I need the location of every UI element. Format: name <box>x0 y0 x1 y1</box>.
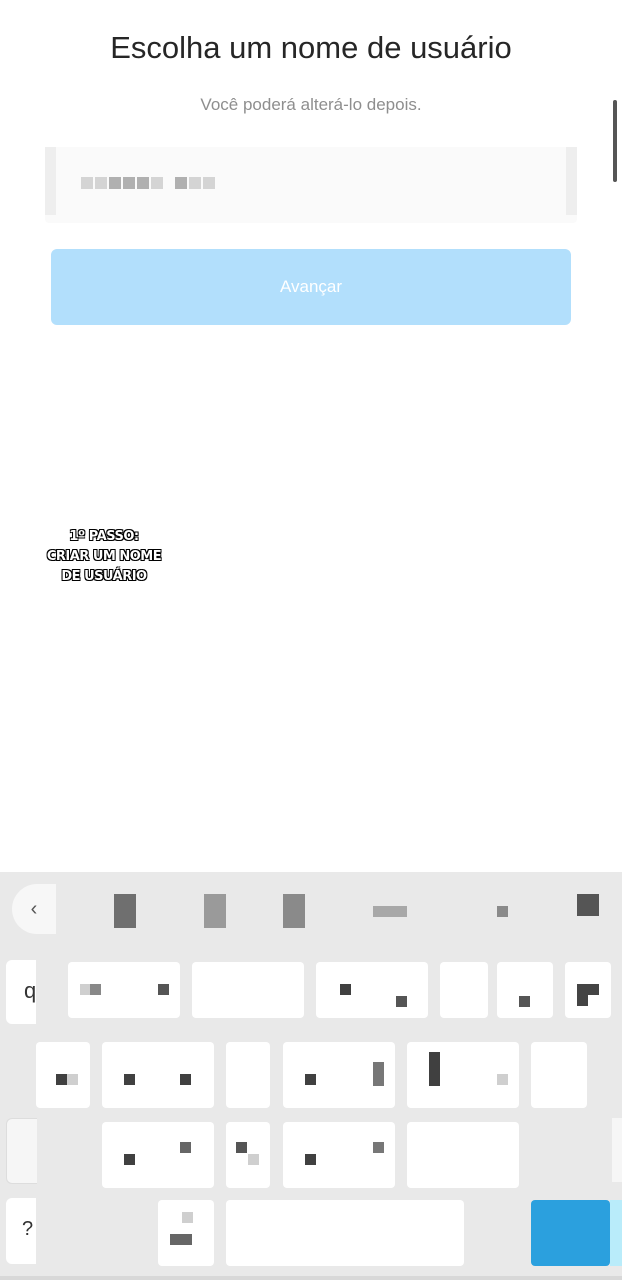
field-edge-right <box>566 147 577 215</box>
key-enter[interactable] <box>531 1200 610 1266</box>
key-row3-b[interactable] <box>226 1122 270 1188</box>
username-value-obscured <box>81 177 215 193</box>
toolbar-suggestion-3[interactable] <box>283 894 305 928</box>
key-row3-a[interactable] <box>102 1122 214 1188</box>
keyboard-toolbar: ‹ <box>0 872 622 934</box>
key-row1-d[interactable] <box>440 962 488 1018</box>
key-row1-c[interactable] <box>316 962 428 1018</box>
key-row2-c[interactable] <box>226 1042 270 1108</box>
key-enter-edge <box>610 1200 622 1266</box>
field-edge-left <box>45 147 56 215</box>
key-space[interactable] <box>226 1200 464 1266</box>
key-q[interactable]: q <box>6 960 36 1024</box>
toolbar-suggestion-5[interactable] <box>497 906 508 917</box>
key-row2-e[interactable] <box>407 1042 519 1108</box>
key-row2-b[interactable] <box>102 1042 214 1108</box>
toolbar-suggestion-6[interactable] <box>577 894 599 916</box>
username-input[interactable] <box>45 147 577 223</box>
scrollbar[interactable] <box>613 100 617 182</box>
key-row3-d[interactable] <box>407 1122 519 1188</box>
step-annotation-line3: DE USUÁRIO <box>61 569 147 584</box>
key-row2-d[interactable] <box>283 1042 395 1108</box>
key-backspace[interactable] <box>612 1118 622 1182</box>
toolbar-suggestion-1[interactable] <box>114 894 136 928</box>
key-emoji[interactable] <box>158 1200 214 1266</box>
chevron-left-icon[interactable]: ‹ <box>12 884 56 934</box>
key-row2-f[interactable] <box>531 1042 587 1108</box>
key-row1-b[interactable] <box>192 962 304 1018</box>
key-row3-c[interactable] <box>283 1122 395 1188</box>
step-annotation-line1: 1º PASSO: <box>69 529 139 544</box>
toolbar-suggestion-2[interactable] <box>204 894 226 928</box>
step-annotation: 1º PASSO: CRIAR UM NOME DE USUÁRIO <box>44 527 164 587</box>
key-symbols[interactable]: ? <box>6 1198 36 1264</box>
key-row1-e[interactable] <box>497 962 553 1018</box>
key-row1-a[interactable] <box>68 962 180 1018</box>
key-row1-f[interactable] <box>565 962 611 1018</box>
step-annotation-line2: CRIAR UM NOME <box>46 549 162 564</box>
key-row2-a[interactable] <box>36 1042 90 1108</box>
toolbar-suggestion-4[interactable] <box>373 906 407 917</box>
page-subtitle: Você poderá alterá-lo depois. <box>200 95 422 114</box>
next-button[interactable]: Avançar <box>51 249 571 325</box>
key-shift[interactable] <box>6 1118 37 1184</box>
bottom-divider <box>0 1276 622 1280</box>
page-title: Escolha um nome de usuário <box>110 30 512 65</box>
